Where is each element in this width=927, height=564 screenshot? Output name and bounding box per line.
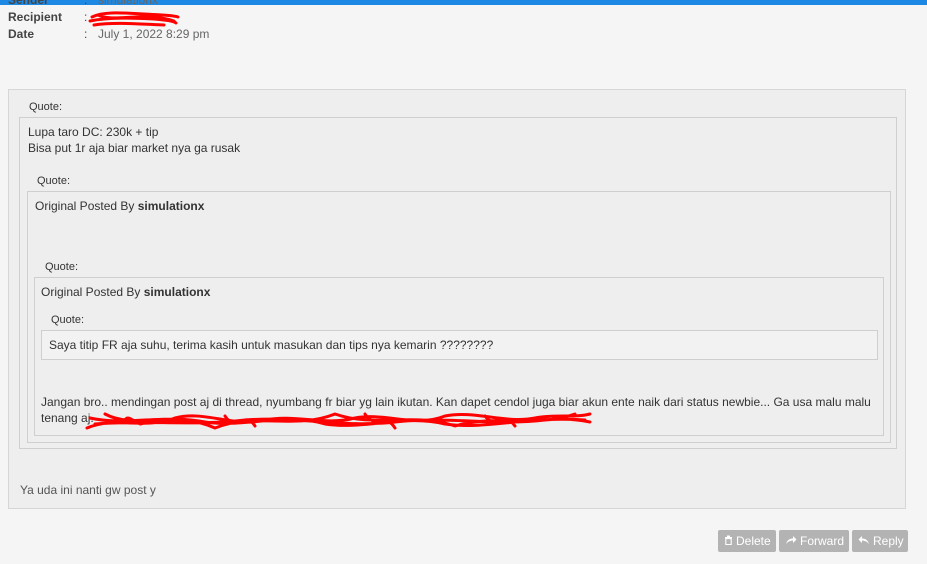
forward-label: Forward xyxy=(800,534,845,548)
reply-arrow-icon xyxy=(858,531,870,553)
quote-label-level3: Quote: xyxy=(45,261,79,273)
level2-posted-by: Original Posted By simulationx xyxy=(35,198,204,214)
level3-posted-user[interactable]: simulationx xyxy=(144,285,211,299)
level3-posted-by: Original Posted By simulationx xyxy=(41,284,210,300)
quote-label-level4: Quote: xyxy=(51,314,85,326)
date-value: July 1, 2022 8:29 pm xyxy=(98,27,210,41)
reply-label: Reply xyxy=(873,534,904,548)
body-redaction-scribble xyxy=(85,412,592,430)
level2-quote-box: Original Posted By simulationx Quote: Or… xyxy=(27,191,891,443)
outer-quote-line2: Bisa put 1r aja biar market nya ga rusak xyxy=(28,141,241,155)
forward-button[interactable]: Forward xyxy=(779,530,849,552)
level2-posted-user[interactable]: simulationx xyxy=(138,199,205,213)
date-row: Date : July 1, 2022 8:29 pm xyxy=(8,26,408,43)
message-body-text: Ya uda ini nanti gw post y xyxy=(20,483,156,497)
sender-row: Sender : simulationx xyxy=(8,0,408,9)
message-meta: Sender : simulationx Recipient : Date : … xyxy=(8,0,408,43)
level3-quote-box: Original Posted By simulationx Quote: Sa… xyxy=(34,277,884,436)
recipient-row: Recipient : xyxy=(8,9,408,27)
date-label: Date xyxy=(8,27,35,41)
sender-value[interactable]: simulationx xyxy=(98,0,158,9)
sender-colon: : xyxy=(84,0,88,7)
innermost-quote-box: Saya titip FR aja suhu, terima kasih unt… xyxy=(41,330,878,360)
level2-posted-prefix: Original Posted By xyxy=(35,199,135,213)
delete-label: Delete xyxy=(736,534,771,548)
recipient-label: Recipient xyxy=(8,10,63,24)
delete-button[interactable]: Delete xyxy=(718,530,776,552)
outer-quote-box: Lupa taro DC: 230k + tip Bisa put 1r aja… xyxy=(19,117,897,449)
sender-label: Sender xyxy=(8,0,49,7)
innermost-quote-text: Saya titip FR aja suhu, terima kasih unt… xyxy=(49,338,494,352)
date-colon: : xyxy=(84,27,88,41)
share-arrow-icon xyxy=(785,531,797,553)
trash-icon xyxy=(724,531,733,553)
message-panel: Quote: Lupa taro DC: 230k + tip Bisa put… xyxy=(8,89,906,509)
level3-posted-prefix: Original Posted By xyxy=(41,285,141,299)
quote-label-level2: Quote: xyxy=(37,175,71,187)
reply-button[interactable]: Reply xyxy=(852,530,908,552)
outer-quote-line1: Lupa taro DC: 230k + tip xyxy=(28,125,159,139)
quote-label-outer: Quote: xyxy=(29,101,63,113)
